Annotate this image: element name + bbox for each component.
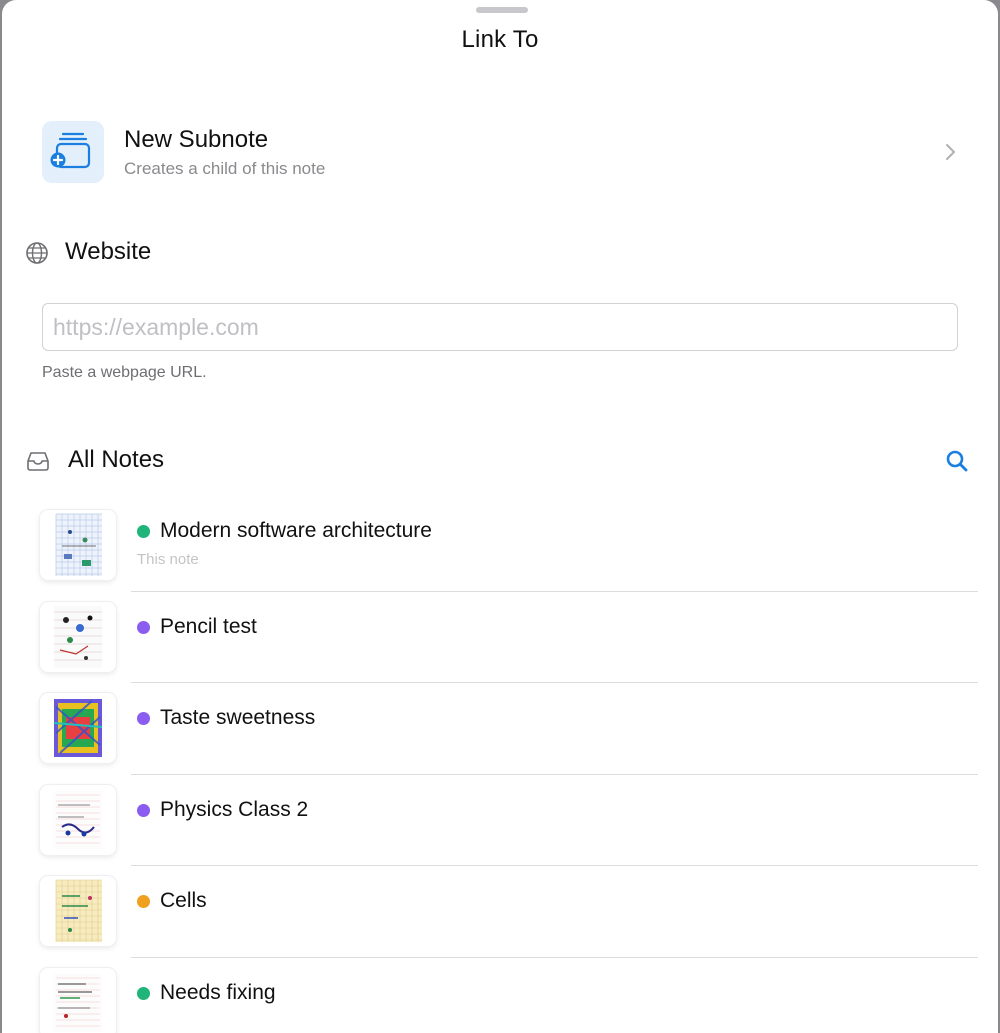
note-color-dot xyxy=(137,803,150,817)
note-row[interactable]: Needs fixing xyxy=(2,958,998,1033)
note-row[interactable]: Taste sweetness xyxy=(2,683,998,775)
note-title: Needs fixing xyxy=(160,980,276,1004)
new-subnote-row[interactable]: New Subnote Creates a child of this note xyxy=(2,110,998,194)
note-color-dot xyxy=(137,525,150,538)
note-title: Modern software architecture xyxy=(160,519,432,542)
note-title: Pencil test xyxy=(160,614,257,638)
note-thumbnail xyxy=(40,967,116,1033)
website-hint: Paste a webpage URL. xyxy=(42,364,207,381)
note-title: Taste sweetness xyxy=(160,706,316,729)
note-thumbnail xyxy=(40,876,116,946)
search-icon[interactable] xyxy=(944,448,970,474)
note-subtitle: This note xyxy=(137,551,199,568)
website-url-input[interactable] xyxy=(42,303,958,351)
new-subnote-subtitle: Creates a child of this note xyxy=(124,159,326,178)
note-color-dot xyxy=(137,895,150,908)
note-row[interactable]: Cells xyxy=(2,866,998,958)
note-row[interactable]: Physics Class 2 xyxy=(2,775,998,866)
globe-icon xyxy=(24,240,50,266)
notes-list: Modern software architecture This note Pen… xyxy=(2,500,998,1033)
note-row[interactable]: Pencil test xyxy=(2,592,998,683)
new-subnote-title: New Subnote xyxy=(124,126,269,153)
new-subnote-icon xyxy=(42,121,104,183)
note-title: Physics Class 2 xyxy=(160,797,309,821)
note-thumbnail xyxy=(40,601,116,672)
chevron-right-icon xyxy=(942,141,958,163)
all-notes-label: All Notes xyxy=(68,446,165,473)
note-color-dot xyxy=(137,712,150,725)
note-thumbnail xyxy=(40,510,116,580)
website-label: Website xyxy=(65,238,152,265)
note-thumbnail xyxy=(40,784,116,855)
note-row[interactable]: Modern software architecture This note xyxy=(2,500,998,592)
sheet-grabber[interactable] xyxy=(476,7,528,13)
note-thumbnail xyxy=(40,693,116,763)
note-color-dot xyxy=(137,986,150,1000)
tray-icon xyxy=(24,448,52,474)
link-to-sheet: Link To New Subnote Creates a child of t… xyxy=(2,0,998,1033)
sheet-title: Link To xyxy=(461,26,539,53)
website-section-header: Website xyxy=(2,232,998,272)
note-color-dot xyxy=(137,620,150,634)
all-notes-section-header: All Notes xyxy=(2,440,998,480)
note-title: Cells xyxy=(160,889,207,912)
